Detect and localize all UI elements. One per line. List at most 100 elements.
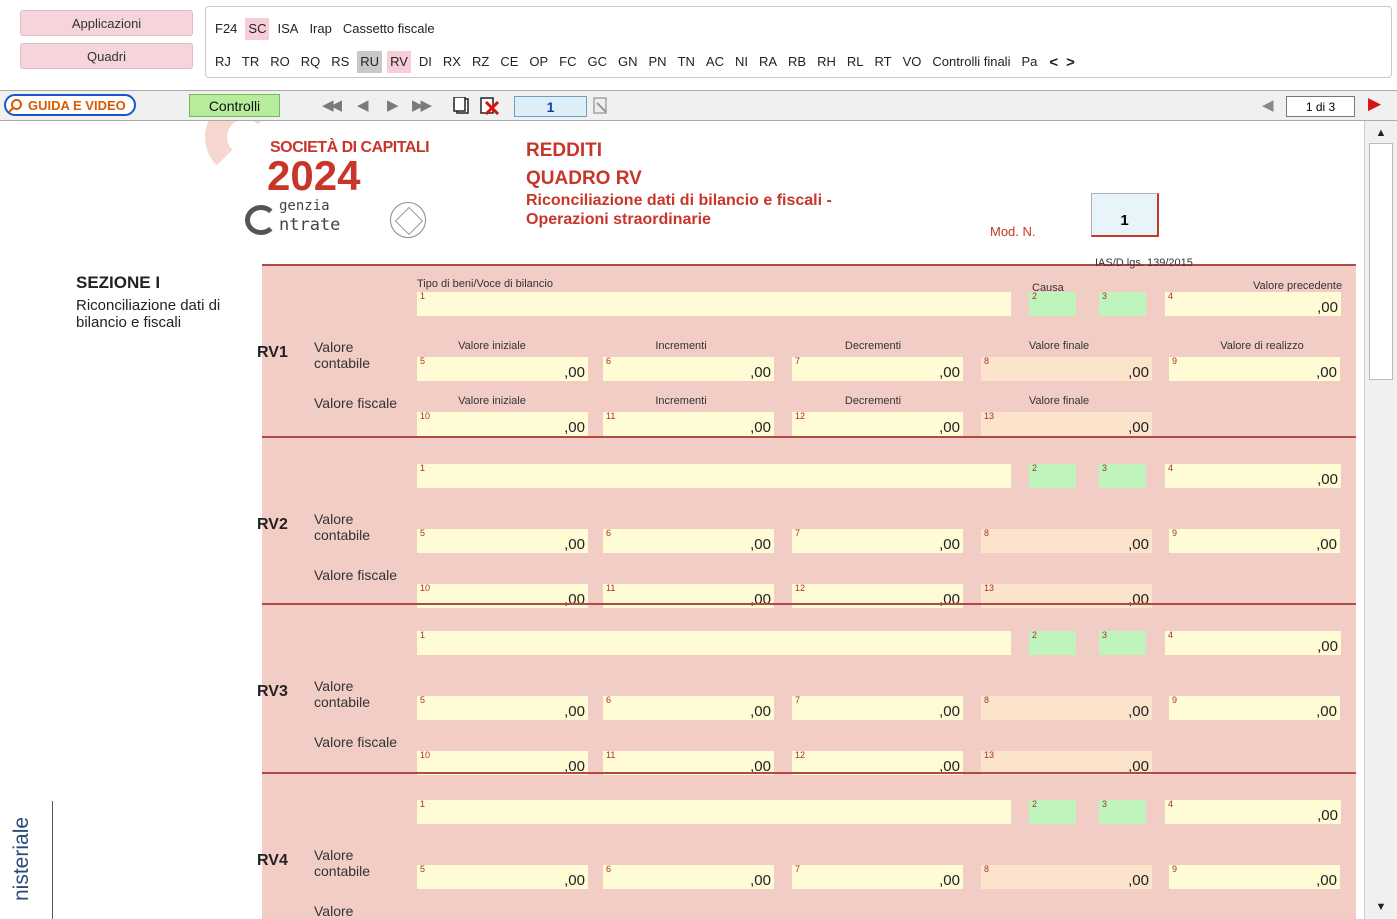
- next-page-icon[interactable]: ▶: [387, 96, 398, 114]
- quadri-button[interactable]: Quadri: [20, 43, 193, 69]
- rv1-field-10[interactable]: 10,00: [417, 411, 588, 436]
- scrollbar-thumb[interactable]: [1369, 143, 1393, 380]
- quadri-tab-fc[interactable]: FC: [556, 51, 579, 73]
- rv2-field-3[interactable]: 3: [1099, 463, 1146, 488]
- quadri-tab-pn[interactable]: PN: [646, 51, 670, 73]
- rv4-field-5[interactable]: 5,00: [417, 864, 588, 889]
- rv1-field-1[interactable]: 1: [417, 291, 1011, 316]
- rv1-field-11[interactable]: 11,00: [603, 411, 774, 436]
- rv3-field-6[interactable]: 6,00: [603, 695, 774, 720]
- guida-video-button[interactable]: GUIDA E VIDEO: [4, 94, 136, 116]
- quadri-tab-rv[interactable]: RV: [387, 51, 411, 73]
- quadri-tab-rx[interactable]: RX: [440, 51, 464, 73]
- rv3-field-9[interactable]: 9,00: [1169, 695, 1340, 720]
- decimal-suffix: ,00: [750, 872, 771, 889]
- rv3-field-2[interactable]: 2: [1029, 630, 1076, 655]
- rv4-field-6[interactable]: 6,00: [603, 864, 774, 889]
- controlli-button[interactable]: Controlli: [189, 94, 280, 117]
- rv1-field-4[interactable]: 4,00: [1165, 291, 1341, 316]
- rv2-field-9[interactable]: 9,00: [1169, 528, 1340, 553]
- rv1-field-3[interactable]: 3: [1099, 291, 1146, 316]
- delete-page-icon[interactable]: [478, 96, 500, 116]
- header-valore-iniziale-fiscale: Valore iniziale: [458, 395, 526, 407]
- quadri-tab-op[interactable]: OP: [526, 51, 551, 73]
- rv4-field-2[interactable]: 2: [1029, 799, 1076, 824]
- rv1-field-2[interactable]: 2: [1029, 291, 1076, 316]
- quadri-tab-ac[interactable]: AC: [703, 51, 727, 73]
- mod-n-field[interactable]: 1: [1091, 193, 1159, 237]
- tabs-prev-button[interactable]: <: [1049, 54, 1058, 71]
- quadri-tab-ru[interactable]: RU: [357, 51, 383, 73]
- quadri-tab-rh[interactable]: RH: [814, 51, 839, 73]
- rv3-field-7[interactable]: 7,00: [792, 695, 963, 720]
- rv4-field-8[interactable]: 8,00: [981, 864, 1152, 889]
- decimal-suffix: ,00: [1317, 471, 1338, 488]
- app-tab-f24[interactable]: F24: [212, 18, 240, 40]
- vertical-scrollbar[interactable]: ▲ ▼: [1364, 121, 1397, 919]
- quadri-tab-di[interactable]: DI: [416, 51, 435, 73]
- quadri-tab-rt[interactable]: RT: [872, 51, 895, 73]
- quadri-tab-rj[interactable]: RJ: [212, 51, 234, 73]
- rv2-field-5[interactable]: 5,00: [417, 528, 588, 553]
- tabs-next-button[interactable]: >: [1066, 54, 1075, 71]
- quadri-tab-vo[interactable]: VO: [900, 51, 925, 73]
- rv2-field-4[interactable]: 4,00: [1165, 463, 1341, 488]
- scroll-left-icon[interactable]: ◀: [1262, 96, 1273, 114]
- app-tab-irap[interactable]: Irap: [306, 18, 334, 40]
- scroll-right-icon[interactable]: ▶: [1368, 94, 1381, 114]
- quadri-tab-ro[interactable]: RO: [267, 51, 293, 73]
- quadri-tab-tr[interactable]: TR: [239, 51, 262, 73]
- rv3-field-8[interactable]: 8,00: [981, 695, 1152, 720]
- quadri-tab-gc[interactable]: GC: [585, 51, 611, 73]
- quadri-tab-rs[interactable]: RS: [328, 51, 352, 73]
- page-number-field[interactable]: 1: [514, 96, 587, 117]
- scroll-up-icon[interactable]: ▲: [1373, 127, 1389, 139]
- rv2-field-2[interactable]: 2: [1029, 463, 1076, 488]
- rv1-field-5[interactable]: 5,00: [417, 356, 588, 381]
- quadri-tab-controlli-finali[interactable]: Controlli finali: [929, 51, 1013, 73]
- rv1-field-6[interactable]: 6,00: [603, 356, 774, 381]
- rv1-field-13[interactable]: 13,00: [981, 411, 1152, 436]
- app-tab-cassetto-fiscale[interactable]: Cassetto fiscale: [340, 18, 438, 40]
- section-description: Riconciliazione dati di bilancio e fisca…: [76, 297, 221, 331]
- rv2-field-8[interactable]: 8,00: [981, 528, 1152, 553]
- quadri-tab-gn[interactable]: GN: [615, 51, 641, 73]
- rv4-field-1[interactable]: 1: [417, 799, 1011, 824]
- quadri-tab-ce[interactable]: CE: [497, 51, 521, 73]
- app-tab-sc[interactable]: SC: [245, 18, 270, 40]
- rv3-field-4[interactable]: 4,00: [1165, 630, 1341, 655]
- rv3-field-3[interactable]: 3: [1099, 630, 1146, 655]
- last-page-icon[interactable]: ▶▶: [412, 96, 432, 114]
- decimal-suffix: ,00: [1317, 299, 1338, 316]
- rv1-field-12[interactable]: 12,00: [792, 411, 963, 436]
- app-tab-isa[interactable]: ISA: [274, 18, 301, 40]
- rv1-field-8[interactable]: 8,00: [981, 356, 1152, 381]
- rv1-field-9[interactable]: 9,00: [1169, 356, 1340, 381]
- rv3-field-5[interactable]: 5,00: [417, 695, 588, 720]
- rv4-field-3[interactable]: 3: [1099, 799, 1146, 824]
- prev-page-icon[interactable]: ◀: [357, 96, 368, 114]
- applicazioni-button[interactable]: Applicazioni: [20, 10, 193, 36]
- rv4-field-9[interactable]: 9,00: [1169, 864, 1340, 889]
- rv4-field-4[interactable]: 4,00: [1165, 799, 1341, 824]
- first-page-icon[interactable]: ◀◀: [322, 96, 342, 114]
- quadri-tab-rq[interactable]: RQ: [298, 51, 324, 73]
- header-incrementi-fiscale: Incrementi: [655, 395, 707, 407]
- scroll-down-icon[interactable]: ▼: [1373, 901, 1389, 913]
- field-number: 9: [1172, 695, 1178, 705]
- new-page-icon[interactable]: [453, 97, 470, 115]
- rv2-field-7[interactable]: 7,00: [792, 528, 963, 553]
- quadri-tab-rl[interactable]: RL: [844, 51, 867, 73]
- rv3-field-1[interactable]: 1: [417, 630, 1011, 655]
- quadri-tab-ni[interactable]: NI: [732, 51, 751, 73]
- rv2-field-1[interactable]: 1: [417, 463, 1011, 488]
- quadri-tab-rb[interactable]: RB: [785, 51, 809, 73]
- quadri-tab-tn[interactable]: TN: [675, 51, 698, 73]
- print-icon[interactable]: [593, 97, 609, 115]
- quadri-tab-pa[interactable]: Pa: [1018, 51, 1040, 73]
- quadri-tab-ra[interactable]: RA: [756, 51, 780, 73]
- rv1-field-7[interactable]: 7,00: [792, 356, 963, 381]
- rv4-field-7[interactable]: 7,00: [792, 864, 963, 889]
- quadri-tab-rz[interactable]: RZ: [469, 51, 492, 73]
- rv2-field-6[interactable]: 6,00: [603, 528, 774, 553]
